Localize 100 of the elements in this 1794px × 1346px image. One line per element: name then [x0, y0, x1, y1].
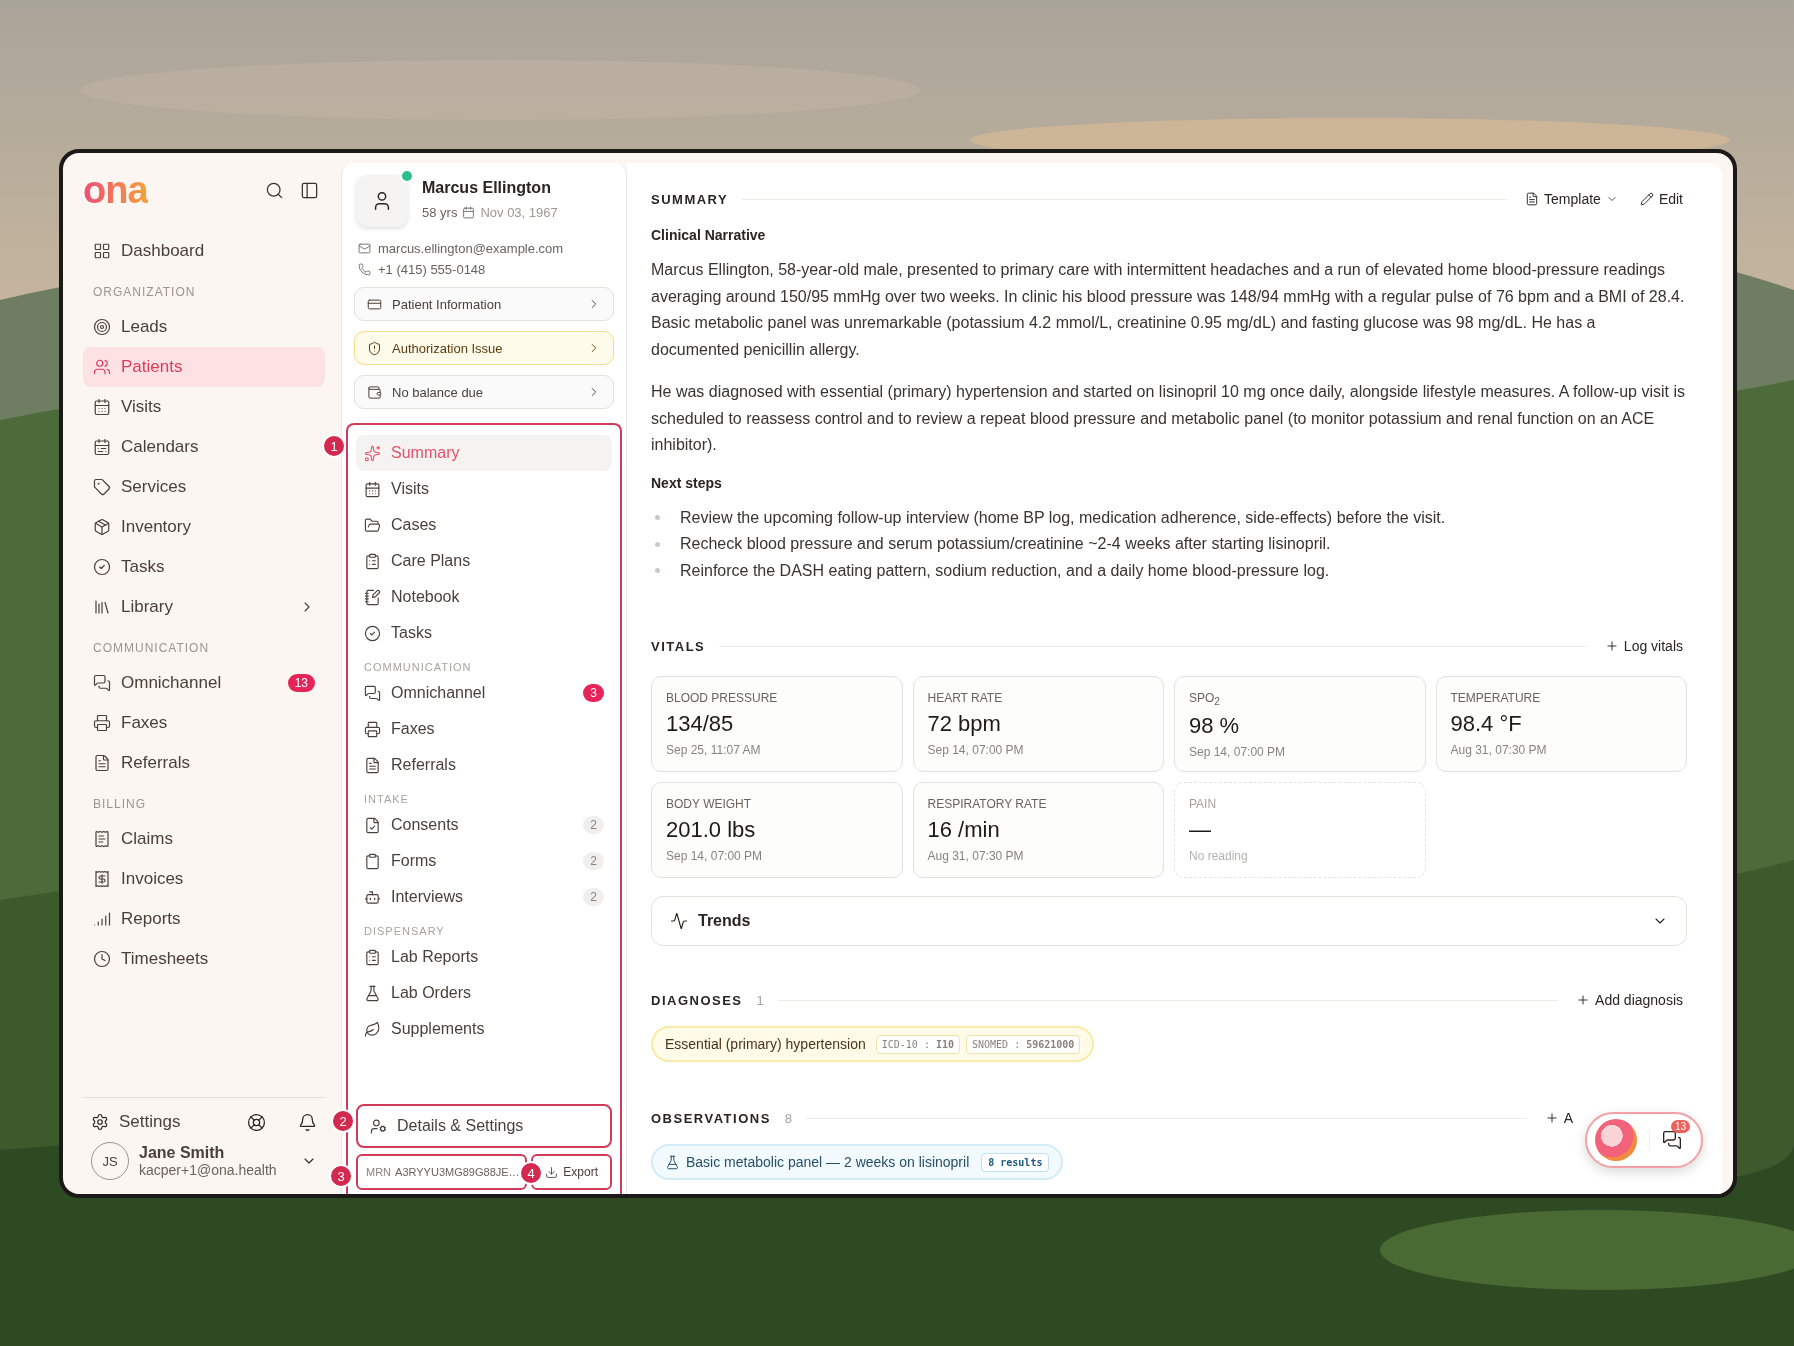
- sparkles-icon: [364, 444, 381, 462]
- bar-chart-icon: [93, 910, 111, 928]
- patient-nav-item[interactable]: Referrals: [356, 747, 612, 783]
- grid-icon: [93, 242, 111, 260]
- vital-value: 98.4 °F: [1450, 711, 1523, 737]
- tag-icon: [93, 478, 111, 496]
- patient-nav-item[interactable]: Notebook: [356, 579, 612, 615]
- edit-button[interactable]: Edit: [1635, 191, 1687, 207]
- count-badge: 13: [1670, 1120, 1690, 1133]
- sidebar-item[interactable]: Faxes: [83, 703, 325, 743]
- bullet-dot: [655, 515, 660, 521]
- vital-value: 201.0 lbs: [666, 817, 757, 843]
- clipboard-icon: [364, 552, 381, 570]
- plus-icon: [1604, 639, 1619, 653]
- chat-icon: [364, 684, 381, 702]
- lifebuoy-icon[interactable]: [247, 1112, 266, 1132]
- document-icon: [1525, 192, 1540, 206]
- mail-icon: [358, 242, 371, 255]
- sidebar-item[interactable]: Claims: [83, 819, 325, 859]
- patient-card-button[interactable]: Patient Information: [354, 287, 614, 321]
- patient-card-button[interactable]: No balance due: [354, 375, 614, 409]
- patient-nav-item[interactable]: Lab Reports: [356, 939, 612, 975]
- patient-nav-item[interactable]: Forms 2: [356, 843, 612, 879]
- panel-toggle-icon[interactable]: [300, 180, 319, 200]
- patient-nav-item[interactable]: Care Plans: [356, 543, 612, 579]
- sidebar-item[interactable]: Library: [83, 587, 325, 627]
- section-label: BILLING: [92, 796, 148, 813]
- patient-nav-item[interactable]: Consents 2: [356, 807, 612, 843]
- patient-nav-item[interactable]: Faxes: [356, 711, 612, 747]
- section-count: 1: [756, 992, 764, 1008]
- box-icon: [93, 518, 111, 536]
- details-settings-button[interactable]: Details & Settings: [356, 1104, 612, 1148]
- add-diagnosis-button[interactable]: Add diagnosis: [1572, 992, 1687, 1008]
- subheading: Clinical Narrative: [651, 227, 767, 243]
- document-icon: [364, 756, 381, 774]
- sidebar-item[interactable]: Calendars: [83, 427, 325, 467]
- patient-nav-item[interactable]: Supplements: [356, 1011, 612, 1047]
- sidebar-item[interactable]: Inventory: [83, 507, 325, 547]
- calendars-icon: [93, 438, 111, 456]
- section-title: VITALS: [651, 638, 706, 654]
- count-badge: 2: [583, 888, 604, 906]
- diagnosis-chip[interactable]: Essential (primary) hypertension ICD-10 : I10 SNOMED : 59621000: [651, 1026, 1095, 1062]
- sidebar-item[interactable]: Referrals: [83, 743, 325, 783]
- check-circle-icon: [93, 558, 111, 576]
- vital-label: SPO$_{2}$: [1189, 691, 1221, 708]
- sidebar-item[interactable]: Visits: [83, 387, 325, 427]
- printer-icon: [93, 714, 111, 732]
- vital-time: Sep 25, 11:07 AM: [666, 743, 762, 757]
- annotation-marker: 1: [322, 434, 346, 458]
- code-tag: SNOMED : 59621000: [966, 1034, 1081, 1054]
- assistant-orb-icon[interactable]: [1595, 1119, 1637, 1161]
- section-label: ORGANIZATION: [92, 284, 197, 301]
- bullet-dot: [655, 541, 660, 547]
- count-badge: 2: [583, 816, 604, 834]
- calendar-icon: [364, 480, 381, 498]
- observation-chip[interactable]: Basic metabolic panel — 2 weeks on lisinopril 8 results: [651, 1144, 1064, 1180]
- next-step-text: Recheck blood pressure and serum potassium/creatinine ~2-4 weeks after starting lisinopril.: [680, 534, 1331, 554]
- patient-phone: +1 (415) 555-0148: [378, 262, 486, 277]
- patient-nav-item[interactable]: Visits: [356, 471, 612, 507]
- sidebar-item[interactable]: Invoices: [83, 859, 325, 899]
- chat-icon[interactable]: [1662, 1130, 1682, 1150]
- vital-value: 98 %: [1189, 713, 1241, 740]
- patient-card-button[interactable]: Authorization Issue: [354, 331, 614, 365]
- narrative-paragraph: He was diagnosed with essential (primary) hypertension and started on lisinopril 10 mg once daily, alongside lifestyle measures. A follow-up visit is scheduled to reassess control and to review a repeat blood pressure and metabolic panel (to monitor potassium and renal function on an ACE inhibitor).: [651, 382, 1686, 455]
- shield-alert-icon: [367, 340, 382, 356]
- patient-nav-item[interactable]: Omnichannel 3: [356, 675, 612, 711]
- section-label: DISPENSARY: [363, 924, 446, 939]
- sidebar-item[interactable]: Dashboard: [83, 231, 325, 271]
- section-title: DIAGNOSES: [651, 992, 743, 1008]
- notebook-icon: [364, 588, 381, 606]
- patient-nav-item[interactable]: Cases: [356, 507, 612, 543]
- receipt-icon: [93, 830, 111, 848]
- sidebar-item[interactable]: Tasks: [83, 547, 325, 587]
- vital-value: 16 /min: [927, 817, 1001, 843]
- patient-age: 58 yrs: [422, 205, 458, 220]
- vital-value: 72 bpm: [927, 711, 1002, 737]
- sidebar-item[interactable]: Reports: [83, 899, 325, 939]
- sidebar-item[interactable]: Leads: [83, 307, 325, 347]
- add-observation-button[interactable]: A: [1540, 1110, 1577, 1126]
- settings-link[interactable]: Settings: [119, 1112, 237, 1132]
- sidebar-item[interactable]: Timesheets: [83, 939, 325, 979]
- vital-value: 134/85: [666, 711, 735, 737]
- vital-time: Sep 14, 07:00 PM: [666, 849, 764, 863]
- search-icon[interactable]: [265, 180, 284, 200]
- vital-time: Aug 31, 07:30 PM: [1450, 743, 1548, 757]
- vital-label: BODY WEIGHT: [666, 797, 753, 811]
- template-button[interactable]: Template: [1521, 191, 1622, 207]
- log-vitals-button[interactable]: Log vitals: [1600, 638, 1687, 654]
- patient-nav-item[interactable]: Tasks: [356, 615, 612, 651]
- sidebar-item[interactable]: Omnichannel 13: [83, 663, 325, 703]
- sidebar-item[interactable]: Services: [83, 467, 325, 507]
- trends-toggle[interactable]: Trends: [651, 896, 1687, 946]
- patient-nav-item[interactable]: Interviews 2: [356, 879, 612, 915]
- chat-icon: [93, 674, 111, 692]
- books-icon: [93, 598, 111, 616]
- clock-icon: [93, 950, 111, 968]
- bell-icon[interactable]: [298, 1112, 317, 1132]
- leaf-icon: [364, 1020, 381, 1038]
- patient-nav-item[interactable]: Lab Orders: [356, 975, 612, 1011]
- file-check-icon: [364, 816, 381, 834]
